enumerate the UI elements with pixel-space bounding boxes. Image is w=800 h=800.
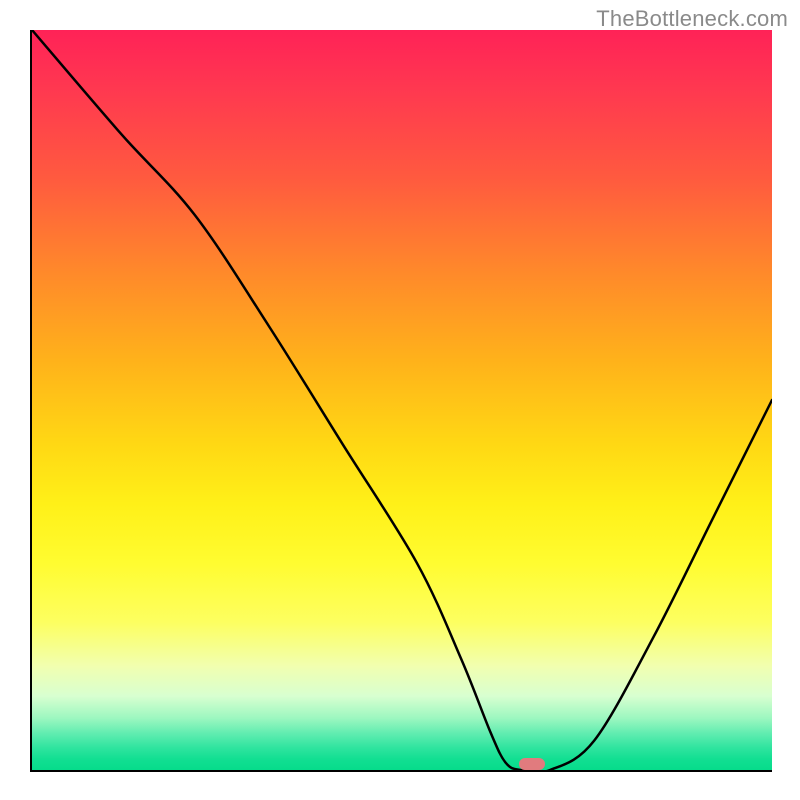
chart-curve bbox=[32, 30, 772, 770]
plot-area bbox=[30, 30, 772, 772]
watermark-text: TheBottleneck.com bbox=[596, 6, 788, 32]
optimal-point-marker bbox=[519, 758, 545, 770]
chart-container: TheBottleneck.com bbox=[0, 0, 800, 800]
